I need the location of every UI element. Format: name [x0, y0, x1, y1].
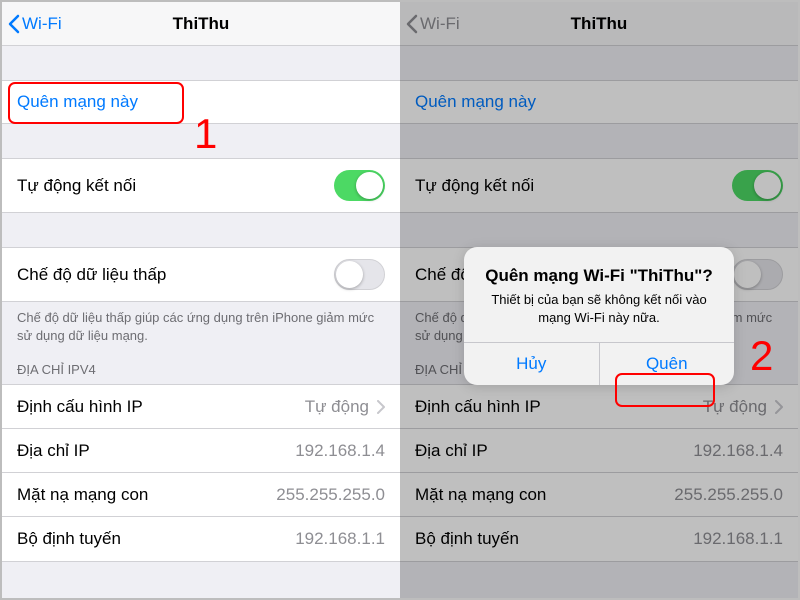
chevron-left-icon	[8, 14, 20, 34]
navbar: Wi-Fi ThiThu	[2, 2, 400, 46]
low-data-row: Chế độ dữ liệu thấp	[2, 247, 400, 302]
row-label: Địa chỉ IP	[17, 441, 90, 461]
forget-network-label: Quên mạng này	[17, 92, 138, 112]
low-data-toggle[interactable]	[334, 259, 385, 290]
row-label: Bộ định tuyến	[17, 529, 121, 549]
back-button[interactable]: Wi-Fi	[2, 14, 62, 34]
forget-network-button[interactable]: Quên mạng này	[2, 80, 400, 124]
row-label: Mặt nạ mạng con	[17, 485, 148, 505]
back-label: Wi-Fi	[22, 14, 62, 34]
alert-message: Thiết bị của bạn sẽ không kết nối vào mạ…	[480, 291, 718, 326]
ipv4-header: ĐỊA CHỈ IPV4	[2, 344, 400, 384]
router-row: Bộ định tuyến 192.168.1.1	[2, 517, 400, 561]
row-value: 255.255.255.0	[276, 485, 385, 505]
subnet-mask-row: Mặt nạ mạng con 255.255.255.0	[2, 473, 400, 517]
auto-join-row: Tự động kết nối	[2, 158, 400, 213]
row-value: Tự động	[305, 397, 369, 417]
low-data-note: Chế độ dữ liệu thấp giúp các ứng dụng tr…	[2, 302, 400, 344]
page-title: ThiThu	[2, 14, 400, 34]
settings-pane-left: Wi-Fi ThiThu Quên mạng này Tự động kết n…	[2, 2, 400, 598]
row-label: Định cấu hình IP	[17, 397, 143, 417]
settings-pane-right: Wi-Fi ThiThu Quên mạng này Tự động kết n…	[400, 2, 798, 598]
auto-join-label: Tự động kết nối	[17, 176, 136, 196]
auto-join-toggle[interactable]	[334, 170, 385, 201]
low-data-label: Chế độ dữ liệu thấp	[17, 265, 166, 285]
row-value: 192.168.1.4	[295, 441, 385, 461]
ip-address-row: Địa chỉ IP 192.168.1.4	[2, 429, 400, 473]
chevron-right-icon	[377, 400, 385, 414]
row-value: 192.168.1.1	[295, 529, 385, 549]
alert-title: Quên mạng Wi-Fi "ThiThu"?	[480, 265, 718, 287]
forget-confirm-alert: Quên mạng Wi-Fi "ThiThu"? Thiết bị của b…	[464, 247, 734, 385]
configure-ip-row[interactable]: Định cấu hình IP Tự động	[2, 385, 400, 429]
ipv4-group: Định cấu hình IP Tự động Địa chỉ IP 192.…	[2, 384, 400, 562]
alert-cancel-button[interactable]: Hủy	[464, 343, 599, 385]
alert-confirm-button[interactable]: Quên	[599, 343, 735, 385]
